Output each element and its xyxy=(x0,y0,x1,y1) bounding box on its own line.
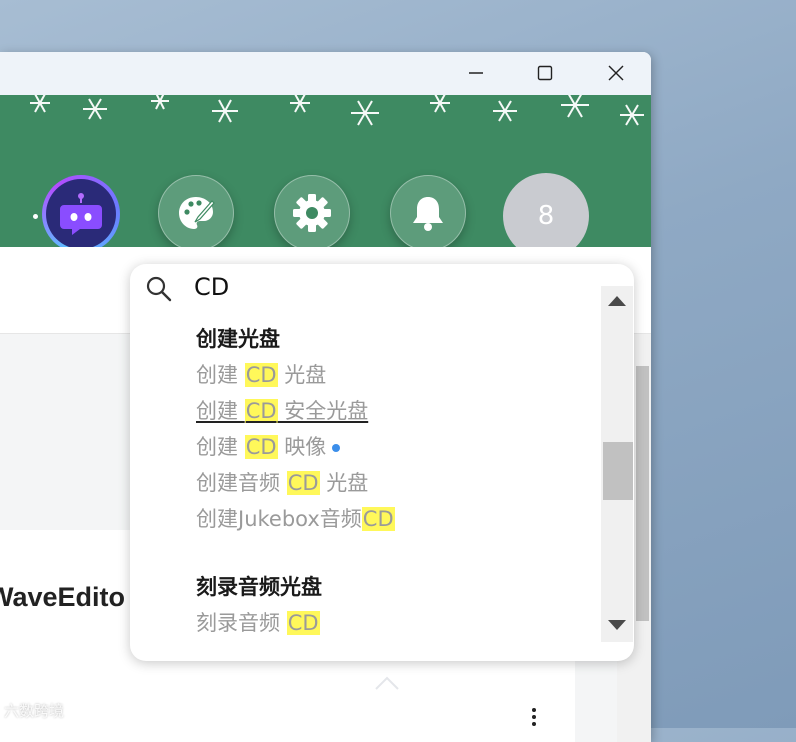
results-scrollbar-thumb[interactable] xyxy=(603,442,633,500)
notifications-button[interactable] xyxy=(390,175,466,247)
minimize-icon xyxy=(469,72,483,74)
snow-dot xyxy=(33,214,38,219)
title-bar xyxy=(0,52,651,95)
group-title-create-disc: 创建光盘 xyxy=(196,327,280,351)
assistant-avatar-button[interactable] xyxy=(42,175,120,247)
page-scrollbar-thumb[interactable] xyxy=(636,366,649,621)
result-item[interactable]: 创建 CD 映像 xyxy=(196,432,341,462)
result-item[interactable]: 创建 CD 光盘 xyxy=(196,360,326,390)
match-highlight: CD xyxy=(361,507,395,531)
result-text: 创建 xyxy=(196,399,245,423)
header-banner: 8 xyxy=(0,95,651,247)
result-text: 安全光盘 xyxy=(277,399,369,423)
count-badge-button[interactable]: 8 xyxy=(503,173,589,247)
result-item[interactable]: 创建音频 CD 光盘 xyxy=(196,468,368,498)
chevron-up-icon xyxy=(375,676,399,690)
result-text: 映像 xyxy=(277,435,327,459)
scroll-down-arrow-icon[interactable] xyxy=(608,620,626,630)
search-dropdown: 创建光盘 创建 CD 光盘 创建 CD 安全光盘 创建 CD 映像 创建音频 C… xyxy=(130,264,634,661)
match-highlight: CD xyxy=(244,399,278,423)
settings-button[interactable] xyxy=(274,175,350,247)
palette-button[interactable] xyxy=(158,175,234,247)
result-item[interactable]: 刻录音频 CD xyxy=(196,608,320,638)
match-highlight: CD xyxy=(286,611,320,635)
match-highlight: CD xyxy=(244,435,278,459)
new-indicator-dot xyxy=(332,444,341,452)
snowflake-decoration-icon xyxy=(30,95,644,126)
scroll-up-arrow-icon[interactable] xyxy=(608,296,626,306)
watermark: 六数跨境 xyxy=(4,702,65,720)
maximize-icon xyxy=(537,65,553,81)
close-button[interactable] xyxy=(593,56,639,90)
result-text: 刻录音频 xyxy=(196,611,287,635)
result-item[interactable]: 创建Jukebox音频CD xyxy=(196,504,395,534)
robot-chat-icon xyxy=(60,193,102,235)
result-text: 创建 xyxy=(196,363,245,387)
palette-icon xyxy=(179,197,215,229)
match-highlight: CD xyxy=(286,471,320,495)
result-text: 创建Jukebox音频 xyxy=(196,507,362,531)
close-icon xyxy=(608,65,624,81)
maximize-button[interactable] xyxy=(522,56,568,90)
search-results-list: 创建光盘 创建 CD 光盘 创建 CD 安全光盘 创建 CD 映像 创建音频 C… xyxy=(130,264,600,661)
result-text: 光盘 xyxy=(319,471,369,495)
card-title: WaveEdito xyxy=(0,582,126,612)
result-text: 创建 xyxy=(196,435,245,459)
bell-icon xyxy=(413,197,443,231)
match-highlight: CD xyxy=(244,363,278,387)
more-options-icon[interactable] xyxy=(528,708,540,728)
group-title-burn-audio-disc: 刻录音频光盘 xyxy=(196,575,322,599)
result-item-hovered[interactable]: 创建 CD 安全光盘 xyxy=(196,396,368,426)
result-text: 创建音频 xyxy=(196,471,287,495)
gear-icon xyxy=(293,194,331,232)
result-text: 光盘 xyxy=(277,363,327,387)
minimize-button[interactable] xyxy=(453,56,499,90)
